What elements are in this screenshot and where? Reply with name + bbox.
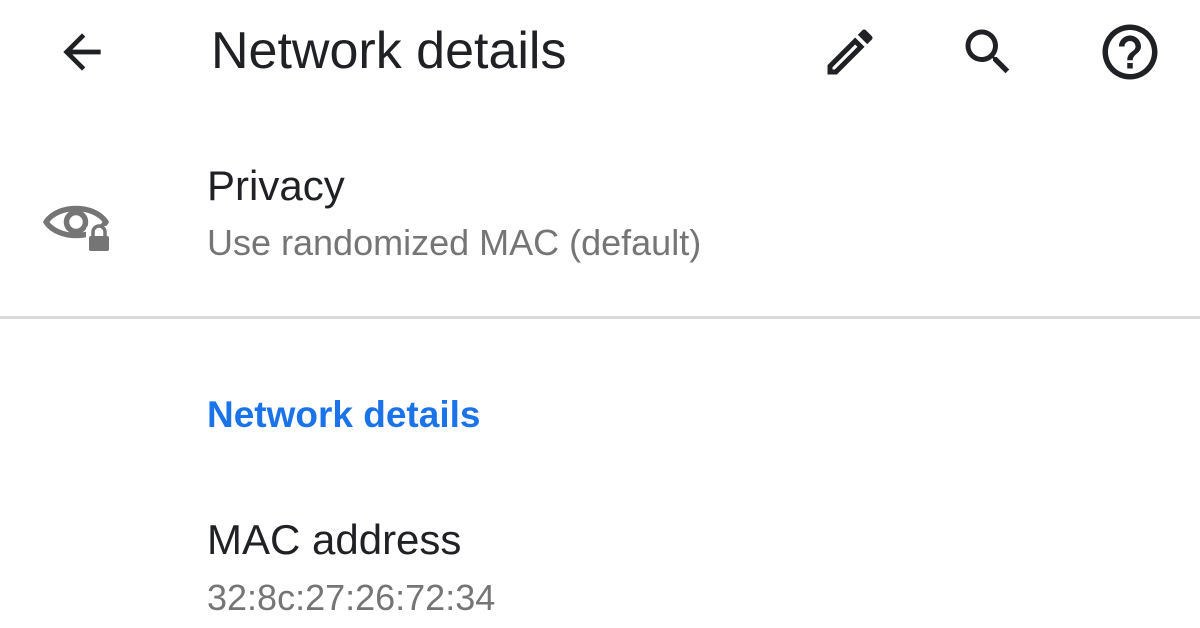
section-header-network-details: Network details (207, 394, 481, 435)
search-icon (965, 29, 1010, 74)
pencil-icon (827, 29, 873, 75)
page-title: Network details (211, 22, 567, 80)
privacy-title: Privacy (207, 162, 345, 209)
mac-address-title: MAC address (207, 516, 462, 563)
help-circle-icon (1102, 24, 1158, 80)
arrow-back-icon (63, 33, 101, 71)
mac-address-value: 32:8c:27:26:72:34 (207, 577, 496, 618)
privacy-summary: Use randomized MAC (default) (207, 222, 702, 263)
help-button[interactable] (1088, 10, 1172, 94)
edit-button[interactable] (808, 10, 892, 94)
search-button[interactable] (946, 10, 1030, 94)
mac-address-row: MAC address 32:8c:27:26:72:34 (0, 500, 1200, 628)
network-details-screen: Network details Privacy Use randomized M (0, 0, 1200, 628)
privacy-setting-row[interactable]: Privacy Use randomized MAC (default) (0, 130, 1200, 310)
back-button[interactable] (40, 10, 124, 94)
divider (0, 316, 1200, 319)
eye-lock-icon (43, 205, 112, 252)
